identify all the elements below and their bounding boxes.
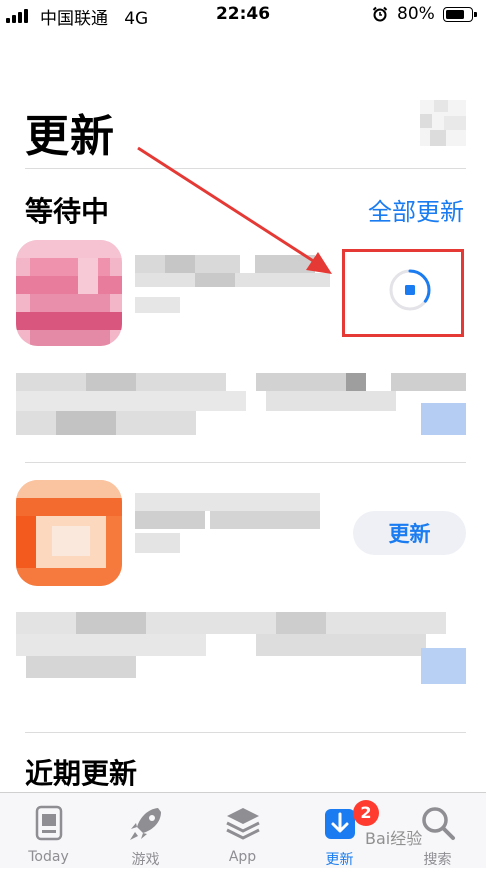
release-notes-blurred-2 [16,612,466,684]
release-notes-blurred [16,373,466,435]
tab-games[interactable]: 游戏 [97,793,194,868]
rocket-icon [129,808,161,840]
battery-icon [443,7,477,22]
header-divider [25,168,466,169]
alarm-icon [372,6,388,22]
pending-section-title: 等待中 [25,195,110,228]
recent-section-title: 近期更新 [25,757,138,790]
today-icon [35,805,62,841]
battery-percent: 80% [397,4,435,24]
app-stack-icon [225,808,260,840]
status-bar: 中国联通 4G 22:46 80% [0,0,486,30]
section-divider [25,732,466,733]
annotation-highlight-box [342,249,464,337]
app-name-blurred-2 [135,493,320,553]
update-download-icon [324,809,355,839]
avatar[interactable] [420,100,466,146]
app-icon-pending[interactable] [16,240,122,346]
tab-today[interactable]: Today [0,793,97,868]
update-button[interactable]: 更新 [353,511,466,555]
page-title: 更新 [25,111,115,162]
watermark: Bai经验 [365,829,423,848]
row-divider [25,462,466,463]
app-name-blurred [135,255,330,313]
app-icon-update[interactable] [16,480,122,586]
update-all-button[interactable]: 全部更新 [368,192,464,227]
updates-badge: 2 [353,800,379,826]
search-icon [421,807,455,840]
tab-app[interactable]: App [194,793,291,868]
